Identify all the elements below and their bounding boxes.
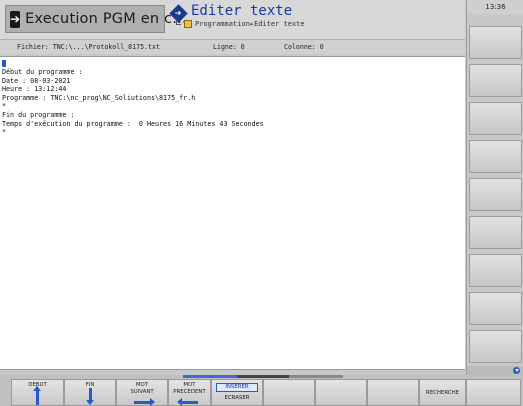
mode-title: Execution PGM en c… [25,11,187,27]
side-softkey-2[interactable] [469,64,522,97]
side-softkey-9[interactable] [469,330,522,363]
inserer-ecraser-softkey[interactable]: INSERER ECRASER [211,379,263,406]
clock: 13:36 [467,0,523,14]
editor-line[interactable]: Programme : TNC:\nc_prog\NC_Soliutions\8… [2,94,195,102]
mot-precedent-label-1: MOT [183,382,196,388]
recherche-label: RECHERCHE [425,390,460,396]
line-indicator: Ligne: 0 [213,43,245,51]
column-indicator: Colonne: 0 [284,43,324,51]
mot-precedent-softkey[interactable]: MOT PRECEDENT [168,379,211,406]
side-scroll[interactable] [467,366,523,375]
folder-icon [184,20,192,28]
arrow-right-icon [134,398,155,406]
editor-line[interactable]: Heure : 13:12:44 [2,85,66,93]
softkey-empty-2[interactable] [315,379,367,406]
debut-softkey[interactable]: DEBUT [11,379,64,406]
file-info-bar: Fichier: TNC:\...\Protokoll_8175.txt Lig… [0,40,465,54]
side-softkey-5[interactable] [469,178,522,211]
editor-line[interactable]: Temps d'exécution du programme : 0 Heure… [2,120,264,128]
mot-suivant-label-2: SUIVANT [130,389,154,395]
softkey-empty-3[interactable] [367,379,419,406]
breadcrumb-item-programmation[interactable]: Programmation [195,20,250,28]
tree-corner [176,19,181,25]
softkey-empty-1[interactable] [263,379,315,406]
editor-title: Editer texte [191,3,293,19]
breadcrumb: Programmation ▸ Editer texte [176,19,305,28]
scroll-down-icon[interactable] [513,367,520,374]
text-cursor [2,60,6,67]
file-path: Fichier: TNC:\...\Protokoll_8175.txt [17,43,160,51]
softkey-page-indicator [183,375,343,378]
breadcrumb-item-editer[interactable]: Editer texte [254,20,305,28]
arrow-up-icon [33,386,41,405]
side-softkey-8[interactable] [469,292,522,325]
side-softkey-6[interactable] [469,216,522,249]
softkey-page-active [183,375,237,378]
recherche-softkey[interactable]: RECHERCHE [419,379,466,406]
side-softkey-1[interactable] [469,26,522,59]
softkey-empty-4[interactable] [466,379,521,406]
text-editor[interactable]: Début du programme : Date : 08-03-2021 H… [0,56,465,370]
side-softkey-3[interactable] [469,102,522,135]
mot-suivant-softkey[interactable]: MOT SUIVANT [116,379,168,406]
arrow-right-icon: ➔ [10,10,21,28]
editor-line[interactable]: Début du programme : [2,68,83,76]
tnc-editor-app: ➔ Execution PGM en c… ➔ Editer texte Pro… [0,0,523,406]
softkey-page-inactive [289,375,343,378]
arrow-down-icon [85,388,94,405]
inserer-label: INSERER [216,383,258,392]
mode-tab-execution[interactable]: ➔ Execution PGM en c… [5,5,187,33]
ecraser-label: ECRASER [224,395,250,401]
mot-suivant-label-1: MOT [135,382,149,388]
editor-line[interactable]: * [2,102,6,110]
editor-mode[interactable]: ➔ Editer texte [169,3,293,23]
mot-precedent-label-2: PRECEDENT [173,389,206,395]
editor-line[interactable]: Date : 08-03-2021 [2,77,70,85]
fin-softkey[interactable]: FIN [64,379,116,406]
editor-line[interactable]: * [2,128,6,136]
header-bar: ➔ Execution PGM en c… ➔ Editer texte Pro… [0,0,465,40]
side-softkey-4[interactable] [469,140,522,173]
side-softkey-7[interactable] [469,254,522,287]
editor-line[interactable]: Fin du programme : [2,111,74,119]
arrow-left-icon [176,398,198,406]
vertical-softkey-bar: 13:36 [466,0,523,375]
